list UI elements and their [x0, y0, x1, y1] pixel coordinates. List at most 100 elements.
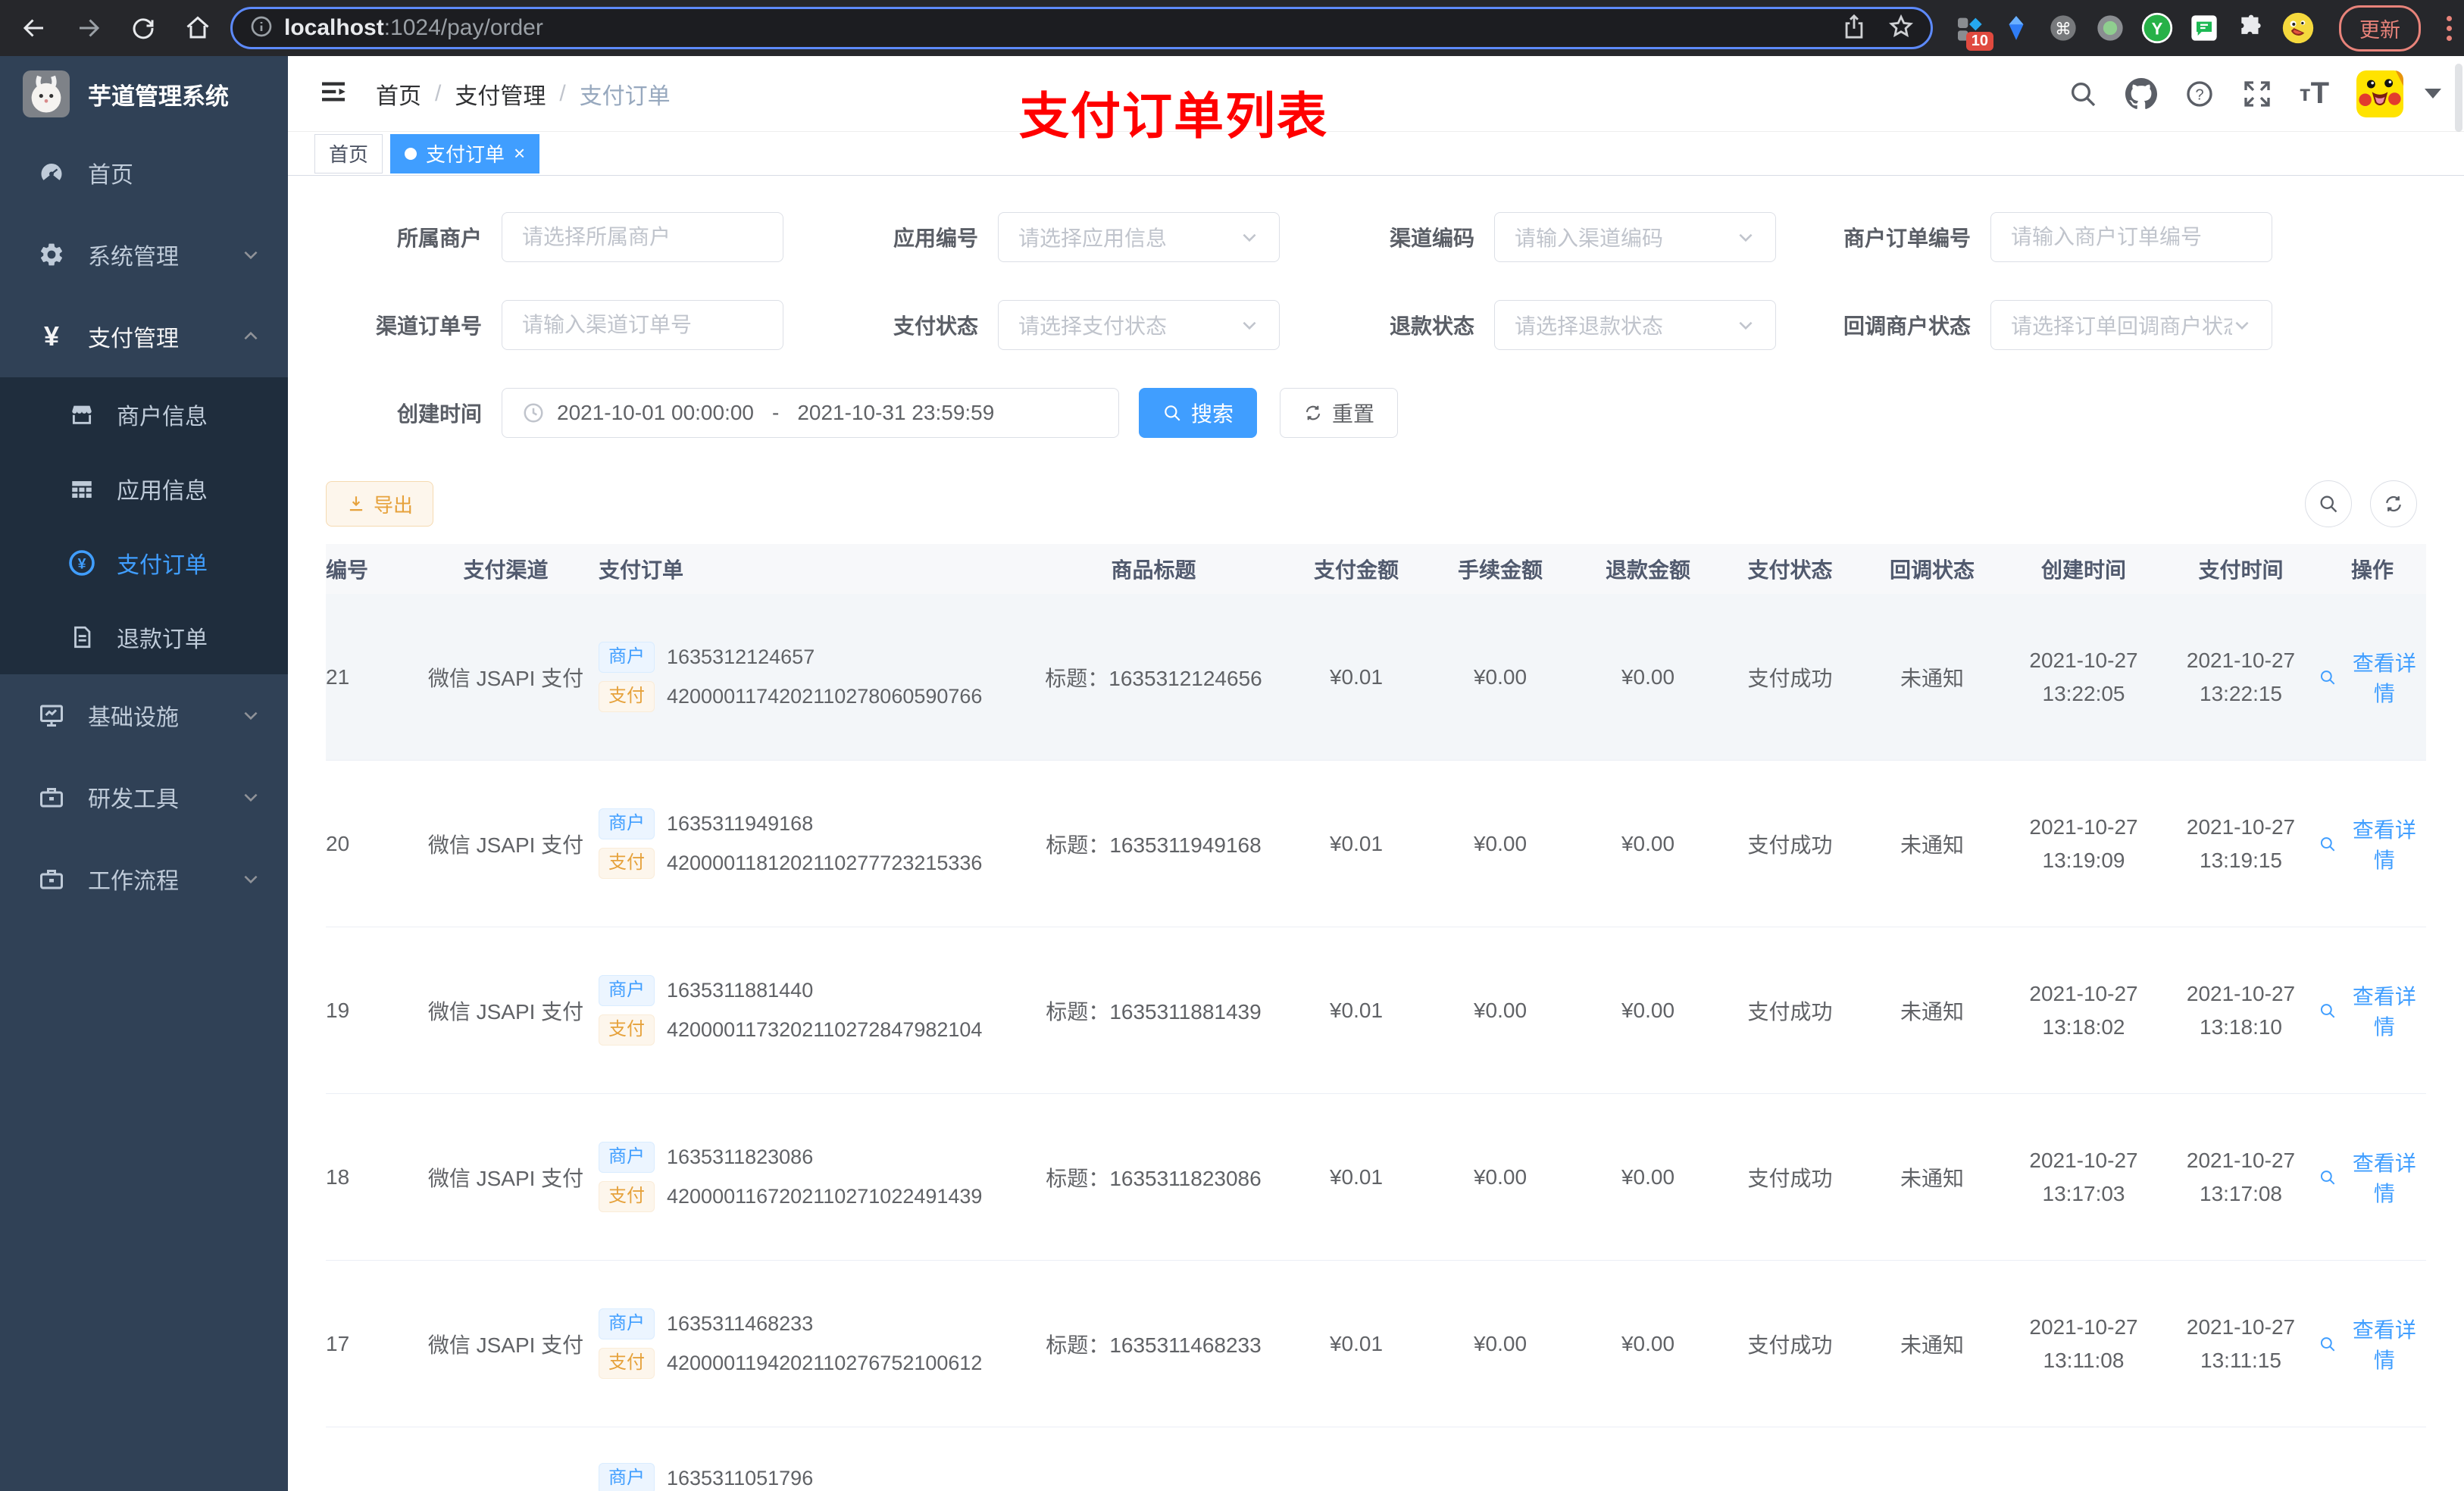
font-size-icon[interactable]: тT	[2300, 77, 2329, 111]
chevron-down-icon	[244, 793, 258, 802]
channel-pay-no: 4200001181202110277723215336	[667, 851, 983, 874]
merchant-order-no-input[interactable]	[2011, 225, 2252, 249]
bookmark-star-icon[interactable]	[1888, 14, 1914, 43]
sidebar-item-pay-order[interactable]: ¥ 支付订单	[0, 526, 288, 600]
main-area: 支付订单列表 首页 / 支付管理 / 支付订单 ? тT 首页 支付订单 × 所…	[288, 56, 2464, 1491]
github-icon[interactable]	[2125, 77, 2157, 110]
sidebar-item-app-info[interactable]: 应用信息	[0, 452, 288, 526]
orders-table: 编号 支付渠道 支付订单 商品标题 支付金额 手续金额 退款金额 支付状态 回调…	[326, 544, 2426, 1491]
refresh-table-button[interactable]	[2370, 480, 2417, 527]
tab-pay-order[interactable]: 支付订单 ×	[390, 133, 540, 173]
cell-actions: 查看详情	[2319, 814, 2426, 874]
sidebar-item-pay[interactable]: ¥ 支付管理	[0, 295, 288, 377]
sidebar-item-workflow[interactable]: 工作流程	[0, 838, 288, 920]
cell-actions: 查看详情	[2319, 1314, 2426, 1374]
forward-icon[interactable]	[67, 6, 111, 50]
pay-status-select[interactable]: 请选择支付状态	[998, 300, 1280, 350]
col-pay-order: 支付订单	[599, 558, 684, 582]
cell-channel: 微信 JSAPI 支付	[427, 833, 584, 857]
pay-tag: 支付	[599, 1181, 655, 1212]
extension-chat-icon[interactable]	[2187, 11, 2221, 45]
sidebar-collapse-icon[interactable]	[318, 77, 349, 111]
profile-emoji-avatar[interactable]	[2281, 11, 2315, 45]
address-bar[interactable]: localhost:1024/pay/order	[230, 7, 1933, 49]
sidebar-item-home[interactable]: 首页	[0, 132, 288, 214]
merchant-input[interactable]	[522, 225, 763, 249]
tab-home[interactable]: 首页	[314, 133, 383, 173]
extension-tiles-icon[interactable]: 10	[1953, 11, 1993, 51]
notify-status-select[interactable]: 请选择订单回调商户状态	[1990, 300, 2272, 350]
refund-status-select[interactable]: 请选择退款状态	[1494, 300, 1776, 350]
avatar-dropdown-caret[interactable]	[2425, 89, 2441, 98]
cell-notify: 未通知	[1900, 666, 1964, 690]
navbar-actions: ? тT	[2068, 70, 2441, 117]
sidebar-item-merchant-info[interactable]: 商户信息	[0, 377, 288, 452]
channel-code-label: 渠道编码	[1389, 227, 1474, 250]
filter-row-1: 所属商户 应用编号 请选择应用信息 渠道编码 请输入渠道编码	[326, 212, 2426, 262]
breadcrumb-pay[interactable]: 支付管理	[455, 77, 546, 111]
grid-icon	[67, 476, 97, 502]
cell-notify: 未通知	[1900, 1333, 1964, 1357]
export-button-label: 导出	[374, 493, 414, 517]
view-detail-link[interactable]: 查看详情	[2319, 980, 2426, 1041]
sidebar-item-label: 基础设施	[88, 705, 179, 730]
view-detail-link[interactable]: 查看详情	[2319, 814, 2426, 874]
search-button[interactable]: 搜索	[1139, 388, 1258, 438]
close-tab-icon[interactable]: ×	[514, 142, 525, 165]
reset-button[interactable]: 重置	[1280, 388, 1399, 438]
col-fee: 手续金额	[1457, 558, 1543, 582]
chevron-down-icon	[1739, 233, 1753, 242]
browser-menu-icon[interactable]	[2447, 15, 2452, 41]
filter-row-2: 渠道订单号 支付状态 请选择支付状态 退款状态 请选择退款状态	[326, 300, 2426, 350]
export-button[interactable]: 导出	[326, 481, 434, 527]
cell-create-time: 2021-10-27 13:17:03	[2029, 1149, 2138, 1205]
channel-order-no-input[interactable]	[522, 313, 763, 337]
share-icon[interactable]	[1841, 14, 1867, 43]
site-info-icon[interactable]	[249, 14, 274, 42]
col-refund: 退款金额	[1605, 558, 1690, 582]
user-avatar[interactable]	[2356, 70, 2403, 117]
extension-gem-icon[interactable]	[2000, 11, 2033, 45]
view-detail-link[interactable]: 查看详情	[2319, 647, 2426, 708]
browser-update-button[interactable]: 更新	[2339, 5, 2421, 52]
cell-fee: ¥0.00	[1473, 831, 1527, 855]
download-icon	[349, 496, 363, 511]
cell-create-time: 2021-10-27 13:19:09	[2029, 815, 2138, 872]
date-start: 2021-10-01 00:00:00	[557, 401, 754, 424]
cell-refund: ¥0.00	[1621, 998, 1675, 1022]
magnifier-icon	[2320, 1336, 2335, 1352]
reload-icon[interactable]	[121, 6, 165, 50]
notify-status-label: 回调商户状态	[1843, 314, 1971, 338]
channel-code-select[interactable]: 请输入渠道编码	[1494, 212, 1776, 262]
merchant-order-no: 1635311823086	[667, 1146, 814, 1169]
sidebar-item-infra[interactable]: 基础设施	[0, 674, 288, 756]
app-select[interactable]: 请选择应用信息	[998, 212, 1280, 262]
view-detail-link[interactable]: 查看详情	[2319, 1147, 2426, 1208]
breadcrumb-home[interactable]: 首页	[376, 77, 421, 111]
yen-icon: ¥	[43, 320, 60, 352]
extension-record-icon[interactable]	[2093, 11, 2127, 45]
sidebar-item-refund-order[interactable]: 退款订单	[0, 600, 288, 674]
cell-pay-time: 2021-10-27 13:18:10	[2186, 982, 2296, 1039]
monitor-icon	[36, 702, 67, 729]
home-icon[interactable]	[176, 6, 220, 50]
cell-create-time: 2021-10-27 13:22:05	[2029, 649, 2138, 705]
view-detail-link[interactable]: 查看详情	[2319, 1314, 2426, 1374]
app-label: 应用编号	[893, 227, 978, 250]
toggle-search-button[interactable]	[2305, 480, 2352, 527]
search-icon[interactable]	[2068, 79, 2098, 109]
back-icon[interactable]	[12, 6, 56, 50]
scrollbar-thumb[interactable]	[2455, 64, 2462, 132]
sidebar-item-dev-tools[interactable]: 研发工具	[0, 756, 288, 838]
logo-avatar	[23, 70, 70, 117]
merchant-order-no: 1635311051796	[667, 1466, 814, 1489]
extension-command-icon[interactable]: ⌘	[2047, 11, 2080, 45]
extensions-puzzle-icon[interactable]	[2234, 11, 2268, 45]
help-icon[interactable]: ?	[2184, 79, 2215, 109]
create-time-range-picker[interactable]: 2021-10-01 00:00:00 - 2021-10-31 23:59:5…	[502, 388, 1119, 438]
tab-label: 支付订单	[426, 143, 505, 166]
sidebar-item-system[interactable]: 系统管理	[0, 214, 288, 295]
fullscreen-icon[interactable]	[2242, 79, 2272, 109]
extension-y-icon[interactable]: Y	[2140, 11, 2174, 45]
cell-status: 支付成功	[1747, 1166, 1833, 1190]
